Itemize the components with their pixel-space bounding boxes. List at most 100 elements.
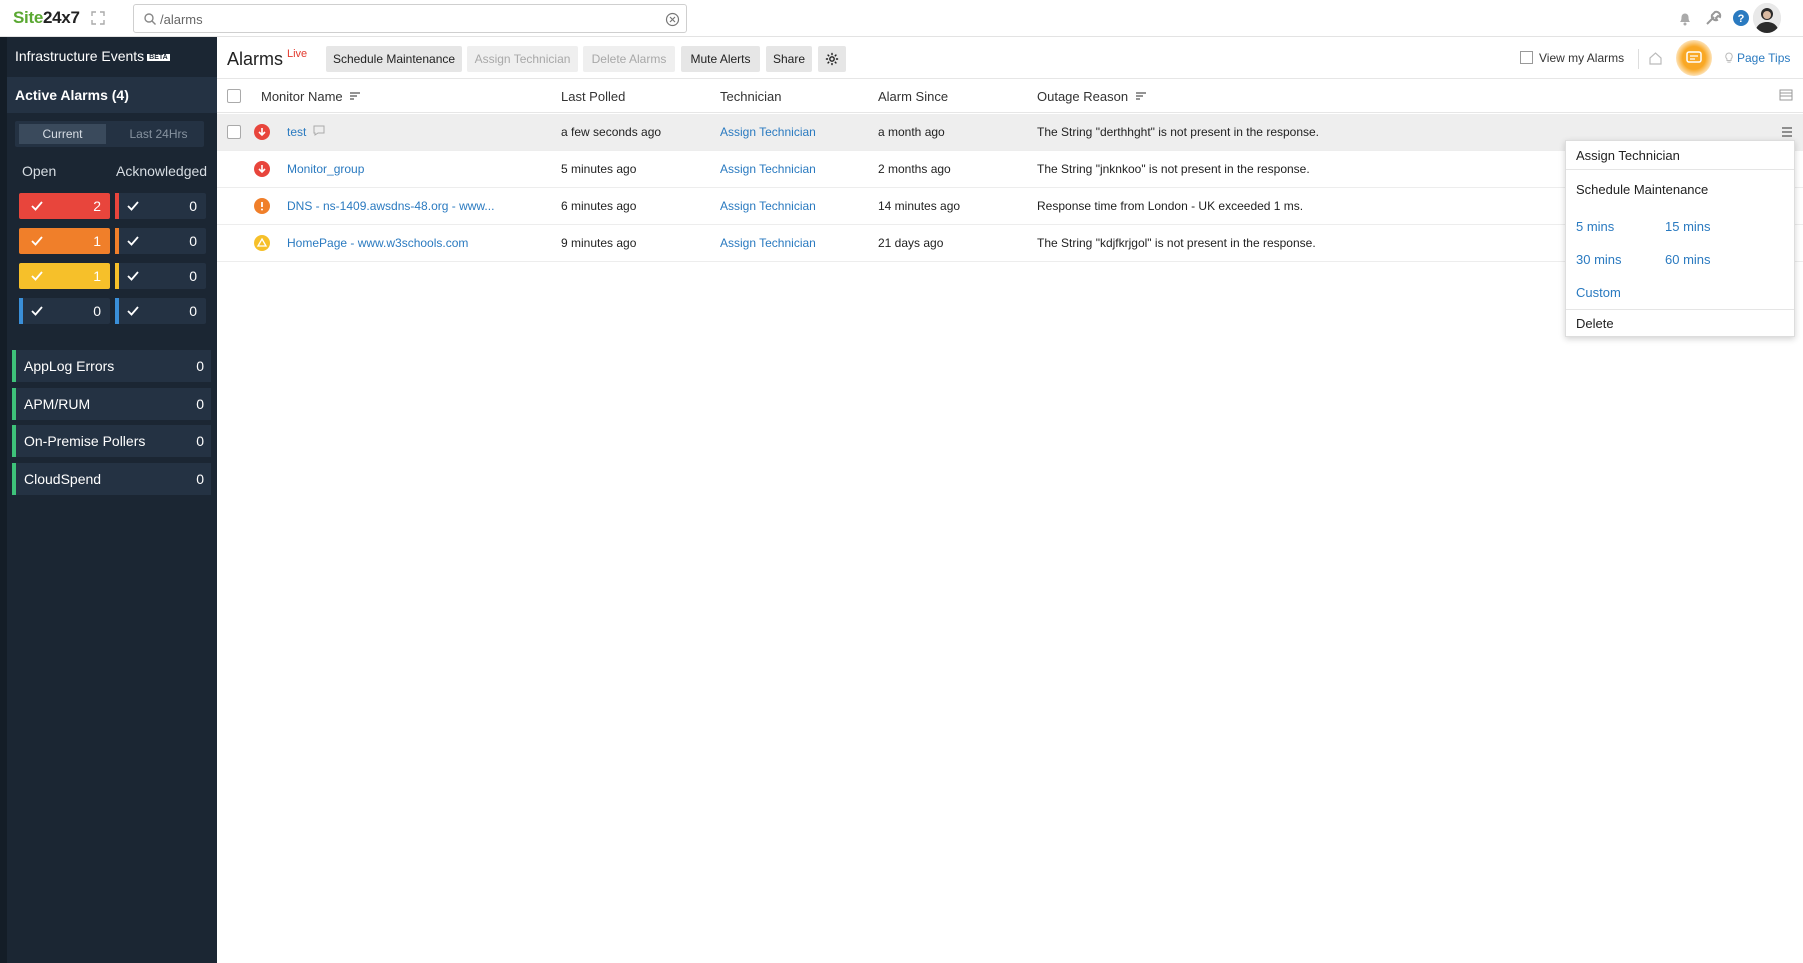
check-icon <box>127 306 139 316</box>
acknowledged-count-value: 0 <box>189 303 197 319</box>
outage-reason-cell: Response time from London - UK exceeded … <box>1037 199 1304 213</box>
last-polled-cell: a few seconds ago <box>561 125 662 139</box>
search-input[interactable] <box>160 9 640 29</box>
category-item[interactable]: APM/RUM 0 <box>12 387 211 420</box>
menu-15-mins[interactable]: 15 mins <box>1665 219 1711 234</box>
monitor-name-link[interactable]: Monitor_group <box>287 162 364 176</box>
outage-reason-cell: The String "jnknkoo" is not present in t… <box>1037 162 1310 176</box>
segment-last-24hrs[interactable]: Last 24Hrs <box>115 124 202 144</box>
menu-divider <box>1566 169 1794 170</box>
open-count[interactable]: 2 <box>19 193 110 219</box>
search-box[interactable] <box>133 4 687 33</box>
schedule-maintenance-button[interactable]: Schedule Maintenance <box>326 46 462 72</box>
assign-technician-link[interactable]: Assign Technician <box>720 199 816 213</box>
column-outage-reason-label: Outage Reason <box>1037 89 1129 104</box>
severity-bar <box>115 193 119 219</box>
share-button[interactable]: Share <box>766 46 812 72</box>
menu-5-mins[interactable]: 5 mins <box>1576 219 1614 234</box>
svg-text:?: ? <box>1738 13 1745 25</box>
category-count: 0 <box>196 433 204 449</box>
row-checkbox[interactable] <box>227 125 241 139</box>
open-count-value: 2 <box>93 198 101 214</box>
assign-technician-link[interactable]: Assign Technician <box>720 125 816 139</box>
gear-icon <box>825 52 839 66</box>
trouble-status-icon <box>254 235 270 251</box>
column-last-polled[interactable]: Last Polled <box>561 89 625 104</box>
menu-60-mins[interactable]: 60 mins <box>1665 252 1711 267</box>
clear-search-icon[interactable] <box>665 12 680 27</box>
monitor-name-link[interactable]: HomePage - www.w3schools.com <box>287 236 468 250</box>
column-alarm-since[interactable]: Alarm Since <box>878 89 948 104</box>
acknowledged-count-value: 0 <box>189 233 197 249</box>
check-icon <box>31 271 43 281</box>
mute-alerts-button[interactable]: Mute Alerts <box>681 46 760 72</box>
column-technician[interactable]: Technician <box>720 89 781 104</box>
menu-schedule-maintenance[interactable]: Schedule Maintenance <box>1576 182 1708 197</box>
critical-status-icon <box>254 198 270 214</box>
menu-assign-technician[interactable]: Assign Technician <box>1576 148 1680 163</box>
site24x7-logo[interactable]: Site24x7 <box>13 8 80 28</box>
settings-button[interactable] <box>818 46 846 72</box>
view-my-alarms[interactable]: View my Alarms <box>1520 51 1624 65</box>
row-menu-icon[interactable] <box>1781 127 1793 137</box>
active-alarms-item[interactable]: Active Alarms (4) <box>7 77 217 113</box>
wrench-icon[interactable] <box>1704 9 1722 27</box>
column-monitor-name[interactable]: Monitor Name <box>261 89 361 104</box>
acknowledged-count-value: 0 <box>189 198 197 214</box>
assign-technician-link[interactable]: Assign Technician <box>720 236 816 250</box>
logo-site-text: Site <box>13 8 43 27</box>
acknowledged-count-value: 0 <box>189 268 197 284</box>
top-bar: Site24x7 ? <box>0 0 1803 37</box>
monitor-name-link[interactable]: DNS - ns-1409.awsdns-48.org - www... <box>287 199 494 213</box>
delete-alarms-button[interactable]: Delete Alarms <box>583 46 675 72</box>
alarm-since-cell: 14 minutes ago <box>878 199 961 213</box>
segment-current[interactable]: Current <box>19 124 106 144</box>
open-count[interactable]: 1 <box>19 263 110 289</box>
menu-delete[interactable]: Delete <box>1576 316 1614 331</box>
tour-highlight-button[interactable] <box>1676 40 1712 76</box>
comment-icon[interactable] <box>313 125 325 136</box>
category-label: APM/RUM <box>24 395 91 412</box>
severity-bar <box>115 263 119 289</box>
assign-technician-link[interactable]: Assign Technician <box>720 162 816 176</box>
column-settings-icon[interactable] <box>1779 89 1793 101</box>
menu-custom[interactable]: Custom <box>1576 285 1621 300</box>
view-my-alarms-checkbox[interactable] <box>1520 51 1533 64</box>
open-count[interactable]: 0 <box>19 298 110 324</box>
select-all-checkbox[interactable] <box>227 89 241 103</box>
category-item[interactable]: AppLog Errors 0 <box>12 350 211 382</box>
page-title: Alarms <box>227 49 284 69</box>
column-outage-reason[interactable]: Outage Reason <box>1037 89 1147 104</box>
acknowledged-count[interactable]: 0 <box>115 228 206 254</box>
notification-bell-icon[interactable] <box>1676 9 1694 27</box>
category-count: 0 <box>196 358 204 374</box>
menu-30-mins[interactable]: 30 mins <box>1576 252 1622 267</box>
monitor-name-link[interactable]: test <box>287 125 306 139</box>
outage-reason-cell: The String "kdjfkrjgol" is not present i… <box>1037 236 1316 250</box>
last-polled-cell: 5 minutes ago <box>561 162 637 176</box>
category-item[interactable]: CloudSpend 0 <box>12 462 211 495</box>
user-avatar[interactable] <box>1753 3 1781 33</box>
page-tips-label: Page Tips <box>1737 51 1791 65</box>
category-item[interactable]: On-Premise Pollers 0 <box>12 425 211 457</box>
sort-icon[interactable] <box>1135 91 1147 101</box>
sidebar-edge <box>0 37 7 963</box>
acknowledged-count[interactable]: 0 <box>115 263 206 289</box>
sidebar: Infrastructure Events BETA Active Alarms … <box>0 37 217 963</box>
search-icon <box>144 13 156 25</box>
alarm-since-cell: a month ago <box>878 125 945 139</box>
acknowledged-count[interactable]: 0 <box>115 193 206 219</box>
sidebar-title-text: Infrastructure Events <box>15 48 145 64</box>
menu-divider <box>1566 309 1794 310</box>
divider <box>1638 49 1639 69</box>
dashboard-home-icon[interactable] <box>1648 51 1663 66</box>
sort-icon[interactable] <box>349 91 361 101</box>
assign-technician-button[interactable]: Assign Technician <box>467 46 578 72</box>
page-tips-link[interactable]: Page Tips <box>1724 51 1790 65</box>
open-count[interactable]: 1 <box>19 228 110 254</box>
expand-icon[interactable] <box>91 11 105 25</box>
time-segment-control: Current Last 24Hrs <box>15 121 204 147</box>
help-icon[interactable]: ? <box>1732 9 1750 27</box>
acknowledged-count[interactable]: 0 <box>115 298 206 324</box>
sidebar-title[interactable]: Infrastructure Events BETA <box>15 48 170 64</box>
